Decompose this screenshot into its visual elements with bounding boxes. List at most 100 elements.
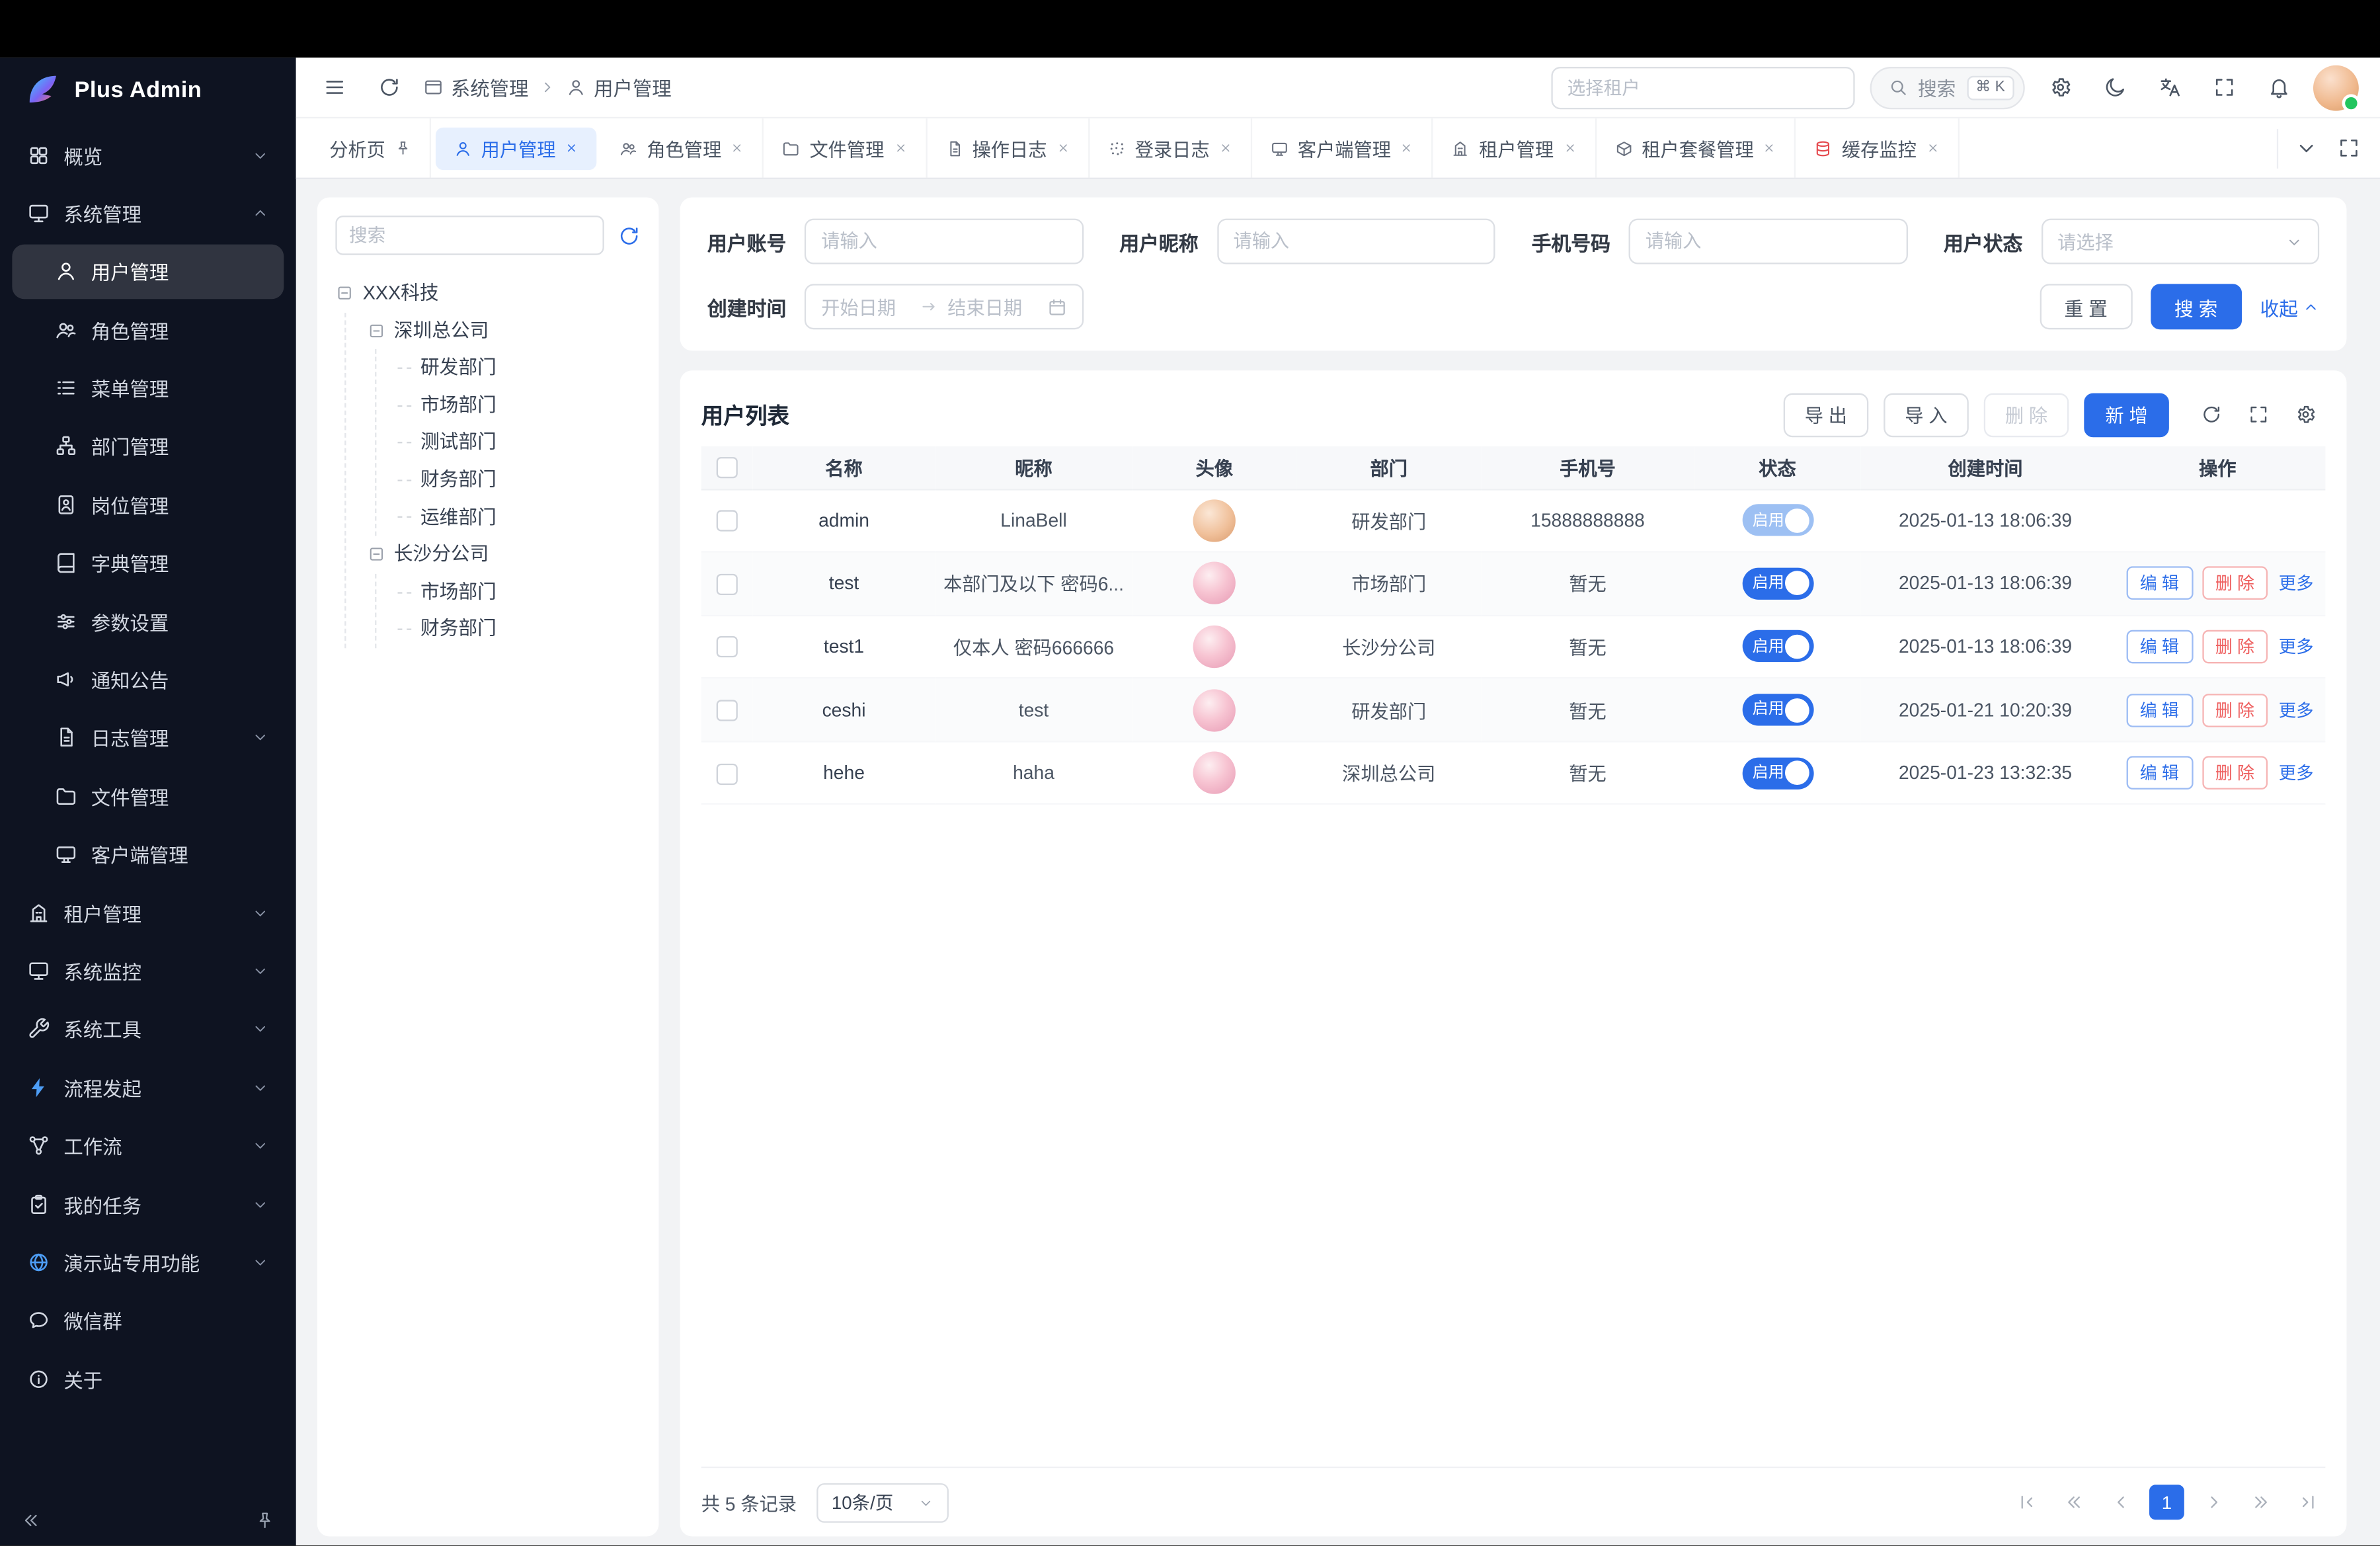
tab-client-management[interactable]: 客户端管理 xyxy=(1252,118,1433,178)
sidebar-item-overview[interactable]: 概览 xyxy=(12,128,284,183)
row-checkbox[interactable] xyxy=(717,637,738,658)
tenant-select-input[interactable] xyxy=(1550,66,1854,108)
app-logo[interactable]: Plus Admin xyxy=(0,58,296,121)
tree-node[interactable]: 财务部门 xyxy=(398,462,641,499)
language-icon[interactable] xyxy=(2149,67,2189,107)
settings-icon[interactable] xyxy=(2040,67,2080,107)
sidebar-pin-icon[interactable] xyxy=(255,1510,275,1530)
edit-button[interactable]: 编 辑 xyxy=(2126,630,2192,664)
tab-close-icon[interactable] xyxy=(565,142,578,155)
edit-button[interactable]: 编 辑 xyxy=(2126,567,2192,600)
sidebar-item-notice[interactable]: 通知公告 xyxy=(12,652,284,707)
created-date-range-input[interactable]: 开始日期 结束日期 xyxy=(805,284,1083,329)
sidebar-item-flow-start[interactable]: 流程发起 xyxy=(12,1060,284,1115)
delete-button[interactable]: 删 除 xyxy=(2202,567,2268,600)
first-page-button[interactable] xyxy=(2008,1485,2045,1521)
tree-collapse-icon[interactable] xyxy=(366,321,385,340)
sidebar-item-workflow[interactable]: 工作流 xyxy=(12,1118,284,1173)
page-size-select[interactable]: 10条/页 xyxy=(816,1483,948,1523)
delete-button[interactable]: 删 除 xyxy=(2202,693,2268,727)
nickname-input[interactable] xyxy=(1216,219,1495,264)
sidebar-item-menu-management[interactable]: 菜单管理 xyxy=(12,360,284,415)
sidebar-item-wechat-group[interactable]: 微信群 xyxy=(12,1293,284,1348)
tab-cache-monitor[interactable]: 缓存监控 xyxy=(1796,118,1959,178)
row-checkbox[interactable] xyxy=(717,573,738,594)
tree-node[interactable]: XXX科技 xyxy=(335,275,640,312)
edit-button[interactable]: 编 辑 xyxy=(2126,693,2192,727)
breadcrumb-item-user-management[interactable]: 用户管理 xyxy=(567,73,672,102)
status-toggle[interactable]: 启用 xyxy=(1742,505,1813,536)
page-1-button[interactable]: 1 xyxy=(2149,1485,2184,1520)
sidebar-item-demo-features[interactable]: 演示站专用功能 xyxy=(12,1235,284,1290)
user-avatar[interactable] xyxy=(2313,65,2359,110)
fullscreen-icon[interactable] xyxy=(2204,67,2244,107)
tab-list-dropdown-icon[interactable] xyxy=(2286,128,2326,168)
sidebar-collapse-icon[interactable] xyxy=(21,1510,41,1530)
sidebar-item-about[interactable]: 关于 xyxy=(12,1352,284,1406)
tab-close-icon[interactable] xyxy=(1763,142,1777,155)
tab-close-icon[interactable] xyxy=(1056,142,1070,155)
tab-tenant-package-management[interactable]: 租户套餐管理 xyxy=(1596,118,1796,178)
sidebar-item-client-management[interactable]: 客户端管理 xyxy=(12,827,284,882)
breadcrumb-item-system-management[interactable]: 系统管理 xyxy=(424,73,529,102)
more-button[interactable]: 更多 xyxy=(2279,766,2314,784)
delete-button[interactable]: 删 除 xyxy=(2202,756,2268,790)
sidebar-item-dict-management[interactable]: 字典管理 xyxy=(12,536,284,590)
sidebar-item-file-management[interactable]: 文件管理 xyxy=(12,768,284,823)
fast-next-button[interactable] xyxy=(2242,1485,2278,1521)
status-toggle[interactable]: 启用 xyxy=(1742,631,1813,663)
global-search-button[interactable]: 搜索 ⌘ K xyxy=(1869,66,2024,108)
status-toggle[interactable]: 启用 xyxy=(1742,757,1813,789)
tab-analysis[interactable]: 分析页 xyxy=(311,118,431,178)
sidebar-item-system-monitor[interactable]: 系统监控 xyxy=(12,944,284,998)
tab-tenant-management[interactable]: 租户管理 xyxy=(1433,118,1596,178)
status-toggle[interactable]: 启用 xyxy=(1742,567,1813,599)
table-fullscreen-icon[interactable] xyxy=(2239,395,2278,434)
table-refresh-icon[interactable] xyxy=(2192,395,2231,434)
tree-node[interactable]: 测试部门 xyxy=(398,424,641,461)
import-button[interactable]: 导 入 xyxy=(1884,392,1969,436)
delete-button[interactable]: 删 除 xyxy=(1984,392,2069,436)
notifications-icon[interactable] xyxy=(2258,67,2298,107)
tree-node[interactable]: 市场部门 xyxy=(398,573,641,610)
tab-user-management[interactable]: 用户管理 xyxy=(436,127,597,169)
account-input[interactable] xyxy=(805,219,1083,264)
sidebar-item-log-management[interactable]: 日志管理 xyxy=(12,710,284,765)
dark-mode-icon[interactable] xyxy=(2094,67,2134,107)
tab-close-icon[interactable] xyxy=(893,142,907,155)
sidebar-item-user-management[interactable]: 用户管理 xyxy=(12,244,284,299)
tab-role-management[interactable]: 角色管理 xyxy=(601,118,764,178)
tree-node[interactable]: 运维部门 xyxy=(398,499,641,536)
reset-button[interactable]: 重 置 xyxy=(2040,284,2132,329)
tab-close-icon[interactable] xyxy=(1400,142,1414,155)
sidebar-item-role-management[interactable]: 角色管理 xyxy=(12,302,284,357)
more-button[interactable]: 更多 xyxy=(2279,702,2314,721)
tree-collapse-icon[interactable] xyxy=(335,284,354,303)
last-page-button[interactable] xyxy=(2289,1485,2325,1521)
collapse-filters-link[interactable]: 收起 xyxy=(2260,292,2320,321)
row-checkbox[interactable] xyxy=(717,763,738,784)
export-button[interactable]: 导 出 xyxy=(1784,392,1869,436)
sidebar-item-tenant-management[interactable]: 租户管理 xyxy=(12,885,284,940)
tree-node[interactable]: 长沙分公司 xyxy=(366,536,640,573)
tab-close-icon[interactable] xyxy=(1926,142,1940,155)
sidebar-item-dept-management[interactable]: 部门管理 xyxy=(12,419,284,474)
sidebar-item-post-management[interactable]: 岗位管理 xyxy=(12,477,284,532)
tree-node[interactable]: 研发部门 xyxy=(398,349,641,386)
tab-operation-log[interactable]: 操作日志 xyxy=(927,118,1090,178)
tab-close-icon[interactable] xyxy=(1563,142,1577,155)
tree-node[interactable]: 市场部门 xyxy=(398,387,641,424)
sidebar-item-param-settings[interactable]: 参数设置 xyxy=(12,594,284,649)
content-fullscreen-icon[interactable] xyxy=(2328,128,2368,168)
select-all-checkbox[interactable] xyxy=(717,457,738,478)
tree-refresh-icon[interactable] xyxy=(617,224,640,247)
tree-node[interactable]: 深圳总公司 xyxy=(366,312,640,349)
sidebar-item-my-tasks[interactable]: 我的任务 xyxy=(12,1176,284,1231)
add-button[interactable]: 新 增 xyxy=(2084,392,2169,436)
sidebar-item-system-management[interactable]: 系统管理 xyxy=(12,186,284,241)
more-button[interactable]: 更多 xyxy=(2279,639,2314,658)
phone-input[interactable] xyxy=(1629,219,1907,264)
tree-collapse-icon[interactable] xyxy=(366,546,385,564)
sidebar-item-system-tools[interactable]: 系统工具 xyxy=(12,1002,284,1057)
status-select[interactable]: 请选择 xyxy=(2041,219,2319,264)
